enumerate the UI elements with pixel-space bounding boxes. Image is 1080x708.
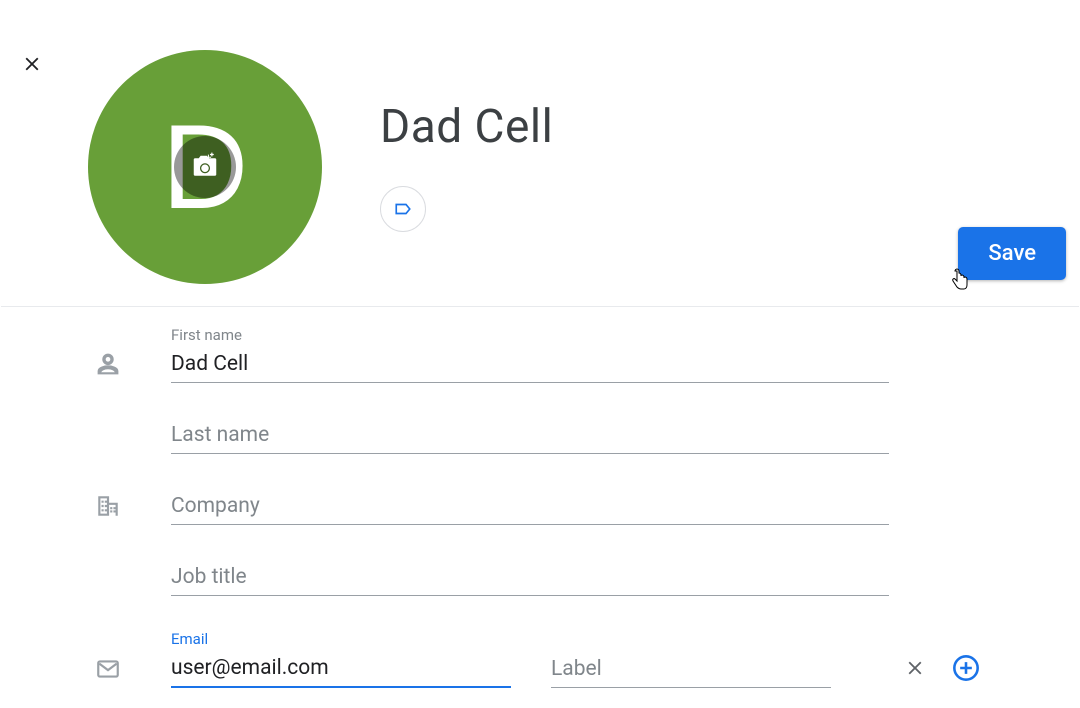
person-icon bbox=[93, 349, 123, 379]
clear-icon bbox=[904, 657, 926, 679]
avatar[interactable]: D bbox=[88, 50, 322, 284]
add-email-button[interactable] bbox=[952, 654, 980, 682]
first-name-row: First name bbox=[93, 326, 980, 383]
close-icon bbox=[21, 53, 43, 75]
label-icon bbox=[392, 200, 414, 218]
last-name-input[interactable] bbox=[171, 417, 889, 454]
email-icon bbox=[93, 654, 123, 684]
save-button[interactable]: Save bbox=[958, 227, 1066, 280]
contact-form: First name bbox=[93, 326, 980, 688]
contact-header: D Dad Cell bbox=[88, 50, 553, 284]
title-area: Dad Cell bbox=[380, 100, 553, 232]
add-label-button[interactable] bbox=[380, 186, 426, 232]
company-icon bbox=[93, 491, 123, 521]
email-label: Email bbox=[171, 630, 511, 648]
job-title-row bbox=[93, 559, 980, 596]
close-button[interactable] bbox=[18, 50, 46, 78]
avatar-container: D bbox=[88, 50, 322, 284]
first-name-input[interactable] bbox=[171, 346, 889, 383]
email-row: Email bbox=[93, 630, 980, 688]
company-input[interactable] bbox=[171, 488, 889, 525]
header-divider bbox=[1, 306, 1079, 307]
job-title-input[interactable] bbox=[171, 559, 889, 596]
first-name-label: First name bbox=[171, 326, 889, 344]
clear-email-button[interactable] bbox=[904, 657, 926, 679]
change-photo-button[interactable] bbox=[174, 136, 236, 198]
add-icon bbox=[952, 654, 980, 682]
company-row bbox=[93, 488, 980, 525]
email-label-input[interactable] bbox=[551, 651, 831, 688]
contact-name-heading: Dad Cell bbox=[380, 100, 553, 154]
last-name-row bbox=[93, 417, 980, 454]
camera-icon bbox=[190, 152, 220, 182]
email-input[interactable] bbox=[171, 650, 511, 688]
